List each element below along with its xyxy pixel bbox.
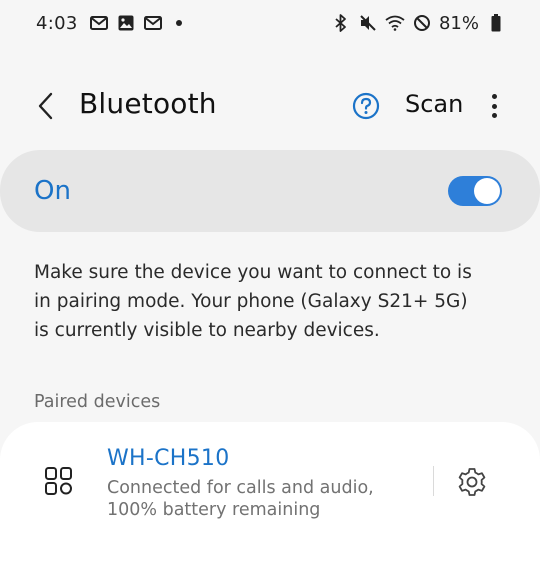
device-status: Connected for calls and audio, 100% batt… [107,478,374,520]
gmail-icon [89,13,109,33]
toggle-label: On [34,176,71,206]
paired-devices-header: Paired devices [34,392,161,412]
mute-icon [358,13,378,33]
bluetooth-switch[interactable] [448,176,502,206]
scan-button[interactable]: Scan [405,90,463,118]
status-time: 4:03 [36,12,78,34]
back-button[interactable] [30,90,60,122]
gmail-icon [143,13,163,33]
help-button[interactable] [352,92,380,120]
row-divider [433,466,434,496]
paired-device-row[interactable]: WH-CH510 Connected for calls and audio, … [0,422,540,542]
gallery-icon [116,13,136,33]
bluetooth-master-toggle[interactable]: On [0,150,540,232]
battery-percent: 81% [438,12,479,34]
pairing-description: Make sure the device you want to connect… [34,262,472,341]
back-arrow-icon [38,92,53,120]
help-icon [352,92,380,120]
status-right: 81% [331,13,506,34]
status-bar: 4:03 81% [0,0,540,46]
paired-devices-card: WH-CH510 Connected for calls and audio, … [0,422,540,571]
notification-dot-icon [175,20,182,26]
switch-knob [474,178,500,204]
do-not-disturb-icon [412,13,432,33]
more-options-icon [491,94,497,99]
battery-icon [486,13,506,33]
wifi-icon [385,13,405,33]
more-options-button[interactable] [484,90,504,122]
page-title: Bluetooth [79,87,217,120]
bluetooth-icon [331,13,351,33]
status-left: 4:03 [36,13,182,34]
app-header: Bluetooth Scan [0,78,540,134]
device-name: WH-CH510 [107,446,230,471]
headphones-category-icon [44,466,74,496]
gear-icon [458,468,486,496]
device-settings-button[interactable] [455,465,489,499]
